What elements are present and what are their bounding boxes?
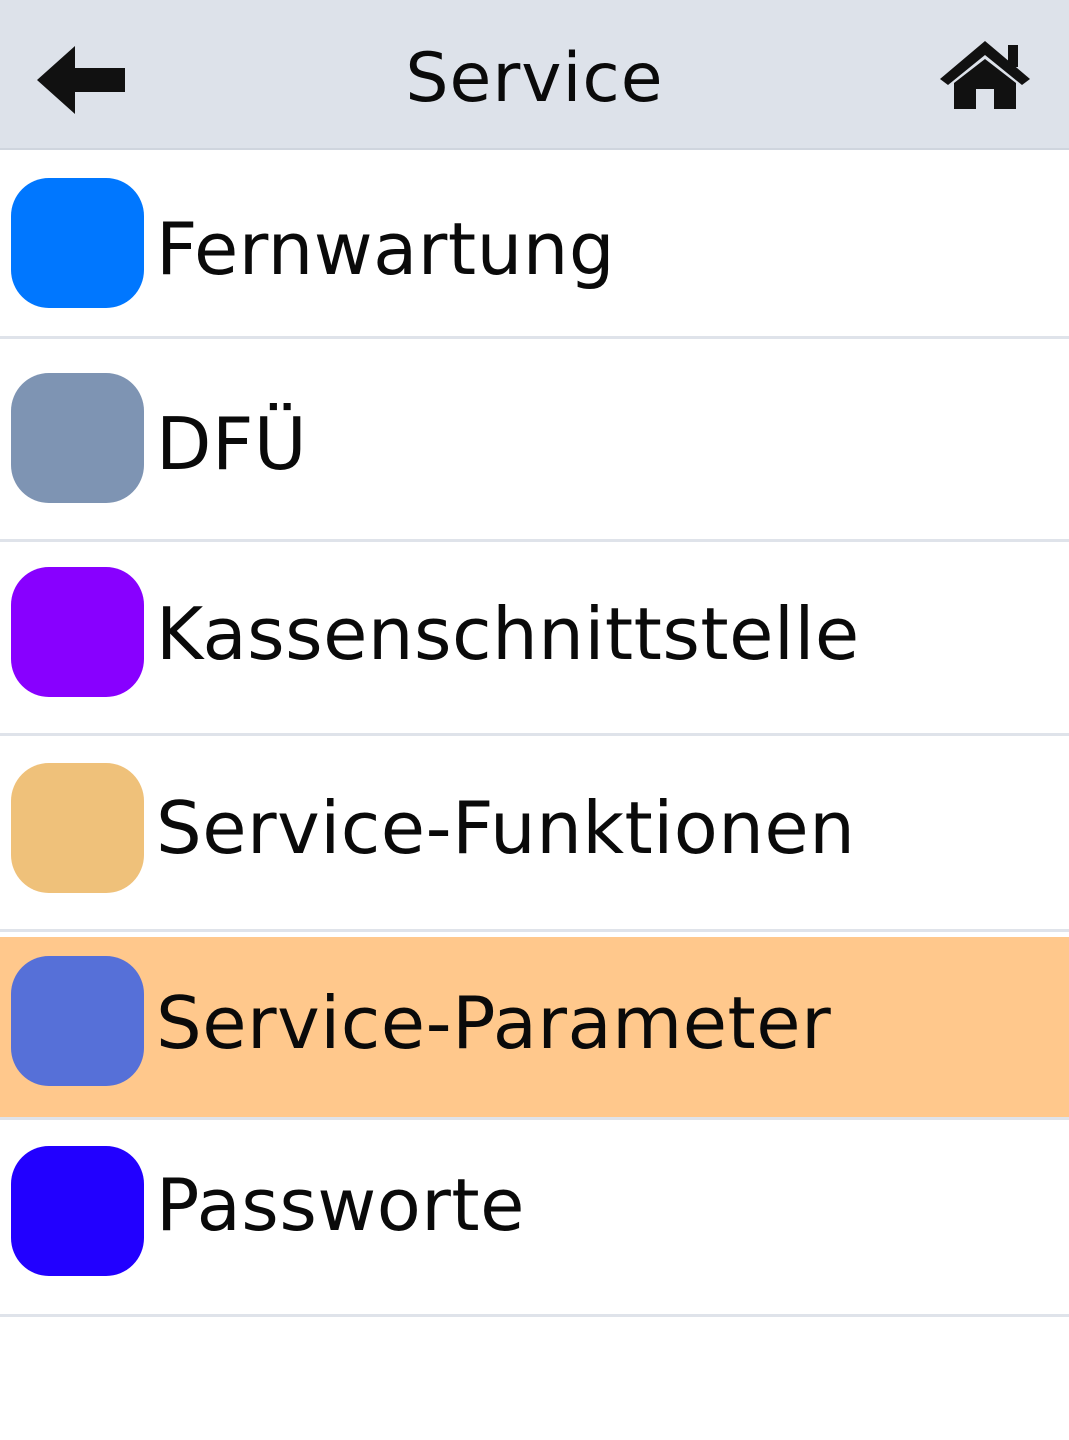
passworte-color-icon	[11, 1146, 144, 1276]
service-parameter-color-icon	[11, 956, 144, 1086]
menu-item-label: DFÜ	[156, 402, 308, 486]
kassenschnittstelle-color-icon	[11, 567, 144, 697]
dfue-color-icon	[11, 373, 144, 503]
page-title: Service	[405, 39, 664, 118]
menu-item-label: Service-Funktionen	[156, 786, 856, 870]
service-funktionen-color-icon	[11, 763, 144, 893]
fernwartung-color-icon	[11, 178, 144, 308]
menu-item-service-funktionen[interactable]: Service-Funktionen	[0, 736, 1069, 932]
menu-item-label: Service-Parameter	[156, 981, 832, 1065]
home-icon	[940, 41, 1030, 109]
menu-item-kassenschnittstelle[interactable]: Kassenschnittstelle	[0, 542, 1069, 736]
menu-item-passworte[interactable]: Passworte	[0, 1120, 1069, 1317]
header-bar: Service	[0, 0, 1069, 150]
menu-item-dfue[interactable]: DFÜ	[0, 339, 1069, 542]
menu-item-fernwartung[interactable]: Fernwartung	[0, 152, 1069, 339]
menu-item-service-parameter[interactable]: Service-Parameter	[0, 932, 1069, 1120]
service-menu-list: Fernwartung DFÜ Kassenschnittstelle Serv…	[0, 152, 1069, 1317]
menu-item-label: Passworte	[156, 1163, 525, 1247]
menu-item-label: Kassenschnittstelle	[156, 592, 860, 676]
home-button[interactable]	[935, 30, 1035, 120]
menu-item-label: Fernwartung	[156, 207, 616, 291]
